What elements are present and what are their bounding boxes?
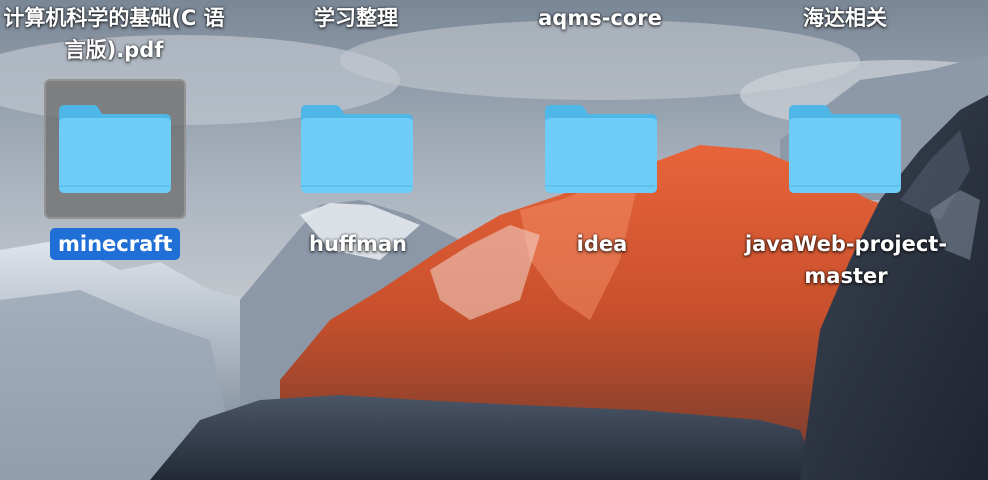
desktop-item-label-pdf[interactable]: 计算机科学的基础(C 语言版).pdf — [0, 2, 228, 66]
folder-icon — [789, 105, 901, 193]
desktop: 计算机科学的基础(C 语言版).pdf 学习整理 aqms-core 海达相关 … — [0, 0, 988, 480]
folder-name-huffman: huffman — [309, 232, 407, 256]
desktop-item-label-haida[interactable]: 海达相关 — [770, 2, 920, 34]
folder-name-minecraft: minecraft — [50, 228, 181, 260]
folder-name-idea: idea — [576, 232, 628, 256]
folder-icon — [301, 105, 413, 193]
desktop-item-label-study-notes[interactable]: 学习整理 — [286, 2, 426, 34]
folder-icon — [545, 105, 657, 193]
pdf-file-label: 计算机科学的基础(C 语言版).pdf — [3, 6, 225, 62]
folder-name-javaweb-project-master: javaWeb-project-master — [744, 232, 948, 288]
folder-icon — [59, 105, 171, 193]
desktop-item-label-aqms-core[interactable]: aqms-core — [520, 2, 680, 34]
